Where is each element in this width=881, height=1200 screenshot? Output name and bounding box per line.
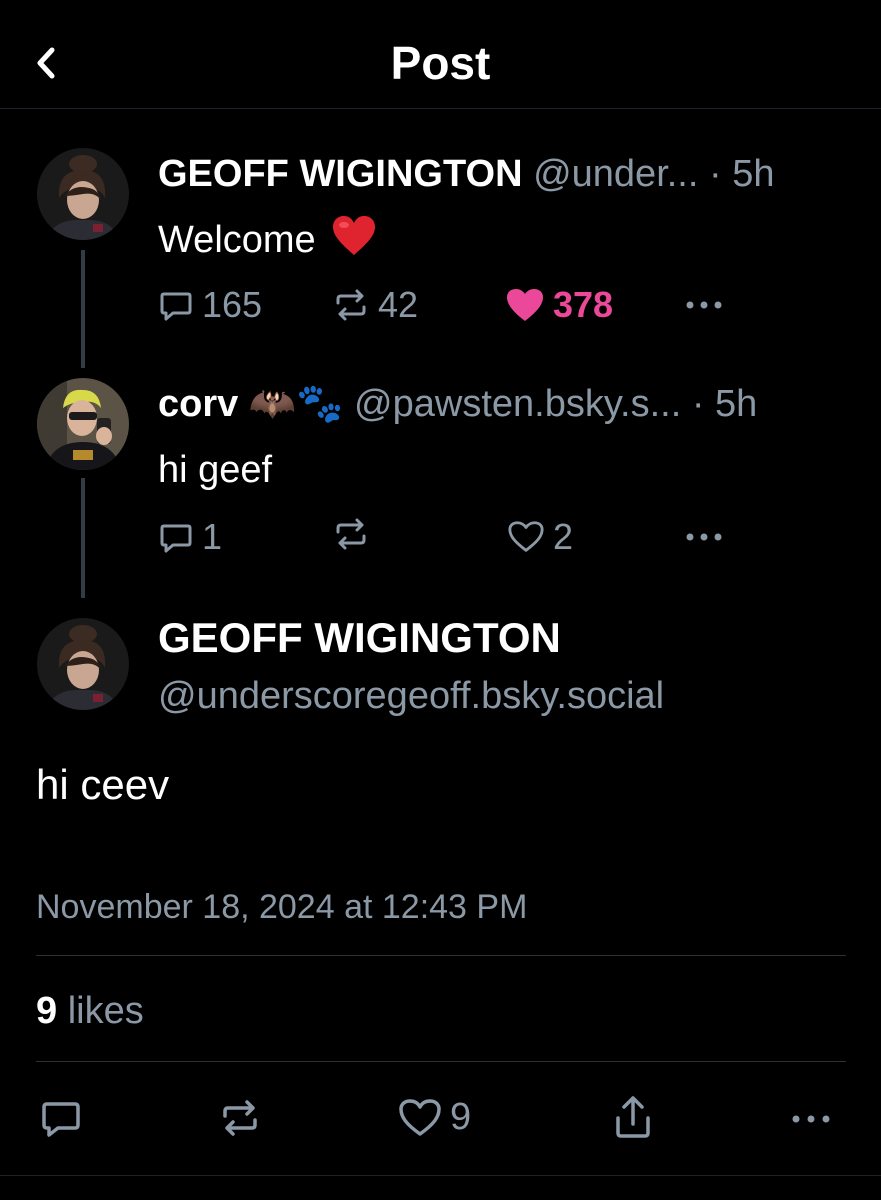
bat-paw-emoji-icon: 🦇🐾	[248, 383, 344, 425]
reply-count: 165	[202, 284, 263, 325]
author-name[interactable]: corv	[158, 383, 238, 425]
avatar[interactable]	[37, 378, 129, 470]
author-handle[interactable]: @underscoregeoff.bsky.social	[158, 672, 664, 720]
heart-emoji-icon	[332, 215, 376, 269]
thread-line	[81, 478, 85, 598]
heart-filled-icon	[507, 289, 543, 321]
page-title: Post	[390, 37, 491, 89]
post-text: Welcome	[158, 215, 376, 269]
more-options-button[interactable]	[790, 1104, 832, 1134]
header-bar: Post	[0, 0, 881, 109]
repost-button[interactable]	[332, 516, 378, 552]
author-handle[interactable]: @pawsten.bsky.s...	[354, 383, 681, 425]
repost-button[interactable]	[218, 1098, 262, 1138]
avatar[interactable]	[37, 618, 129, 710]
reply-icon	[42, 1102, 80, 1137]
share-icon	[616, 1096, 650, 1138]
post-header: GEOFF WIGINGTON @under... · 5h	[158, 150, 774, 198]
avatar[interactable]	[37, 148, 129, 240]
repost-icon	[336, 518, 366, 550]
author-name[interactable]: GEOFF WIGINGTON	[158, 612, 561, 664]
like-count: 2	[553, 516, 574, 557]
ellipsis-icon	[792, 1115, 830, 1123]
post-time: · 5h	[708, 153, 775, 195]
repost-button[interactable]: 42	[332, 284, 418, 326]
more-options-button[interactable]	[684, 522, 724, 552]
like-count: 9	[450, 1096, 472, 1138]
like-button[interactable]: 9	[398, 1096, 471, 1139]
reply-icon	[160, 292, 192, 321]
reply-icon	[160, 524, 192, 553]
reply-button[interactable]: 165	[158, 284, 262, 326]
like-button[interactable]: 2	[507, 516, 573, 558]
share-button[interactable]	[612, 1094, 654, 1140]
post-header: corv 🦇🐾 @pawsten.bsky.s... · 5h	[158, 380, 757, 428]
post-text: hi geef	[158, 449, 273, 491]
repost-icon	[223, 1100, 257, 1136]
post-text: hi ceev	[36, 761, 170, 808]
like-button[interactable]: 378	[505, 284, 613, 326]
author-name[interactable]: GEOFF WIGINGTON	[158, 153, 523, 195]
divider	[36, 955, 846, 956]
ellipsis-icon	[686, 301, 722, 309]
heart-outline-icon	[399, 1098, 441, 1136]
divider	[0, 1175, 881, 1176]
repost-count: 42	[378, 284, 419, 325]
likes-count: 9	[36, 990, 58, 1032]
repost-icon	[336, 289, 366, 321]
heart-outline-icon	[508, 521, 544, 552]
reply-button[interactable]: 1	[158, 516, 222, 558]
likes-summary[interactable]: 9 likes	[36, 986, 144, 1036]
ellipsis-icon	[686, 533, 722, 541]
thread-line	[81, 250, 85, 368]
author-handle[interactable]: @under...	[533, 153, 698, 195]
reply-button[interactable]	[40, 1098, 82, 1138]
more-options-button[interactable]	[684, 290, 724, 320]
post-timestamp: November 18, 2024 at 12:43 PM	[36, 888, 528, 926]
likes-label: likes	[67, 990, 144, 1032]
post-time: · 5h	[691, 383, 758, 425]
like-count: 378	[553, 284, 614, 325]
divider	[36, 1061, 846, 1062]
reply-count: 1	[202, 516, 223, 557]
